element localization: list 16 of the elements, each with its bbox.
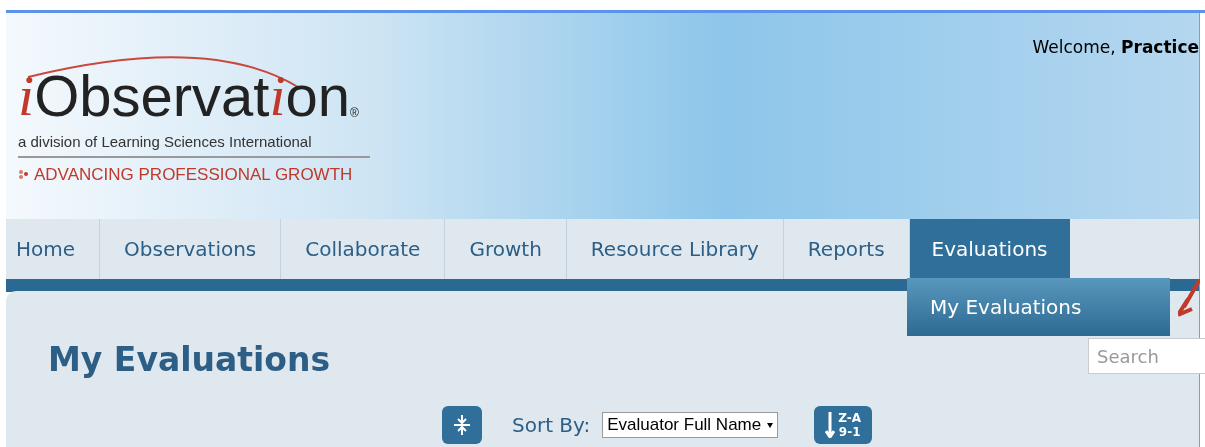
- page-title: My Evaluations: [48, 339, 331, 381]
- collapse-icon: [452, 414, 472, 436]
- caret-icon: [767, 422, 774, 428]
- sort-direction-button[interactable]: Z-A 9-1: [814, 406, 873, 444]
- tagline: ADVANCING PROFESSIONAL GROWTH: [34, 163, 353, 186]
- division-text: a division of Learning Sciences International: [18, 131, 370, 158]
- nav-tab[interactable]: Evaluations: [909, 219, 1070, 279]
- down-arrow-icon: [825, 412, 836, 438]
- sort-select[interactable]: Evaluator Full Name: [602, 412, 779, 438]
- menu-item[interactable]: My Evaluations: [907, 278, 1170, 336]
- dots-icon: [18, 169, 30, 180]
- welcome-text: Welcome, Practice: [1032, 36, 1199, 59]
- sort-label: Sort By:: [512, 412, 591, 439]
- logo: iObservation®: [18, 67, 360, 125]
- collapse-button[interactable]: [442, 406, 482, 444]
- search-field[interactable]: Search: [1088, 338, 1205, 374]
